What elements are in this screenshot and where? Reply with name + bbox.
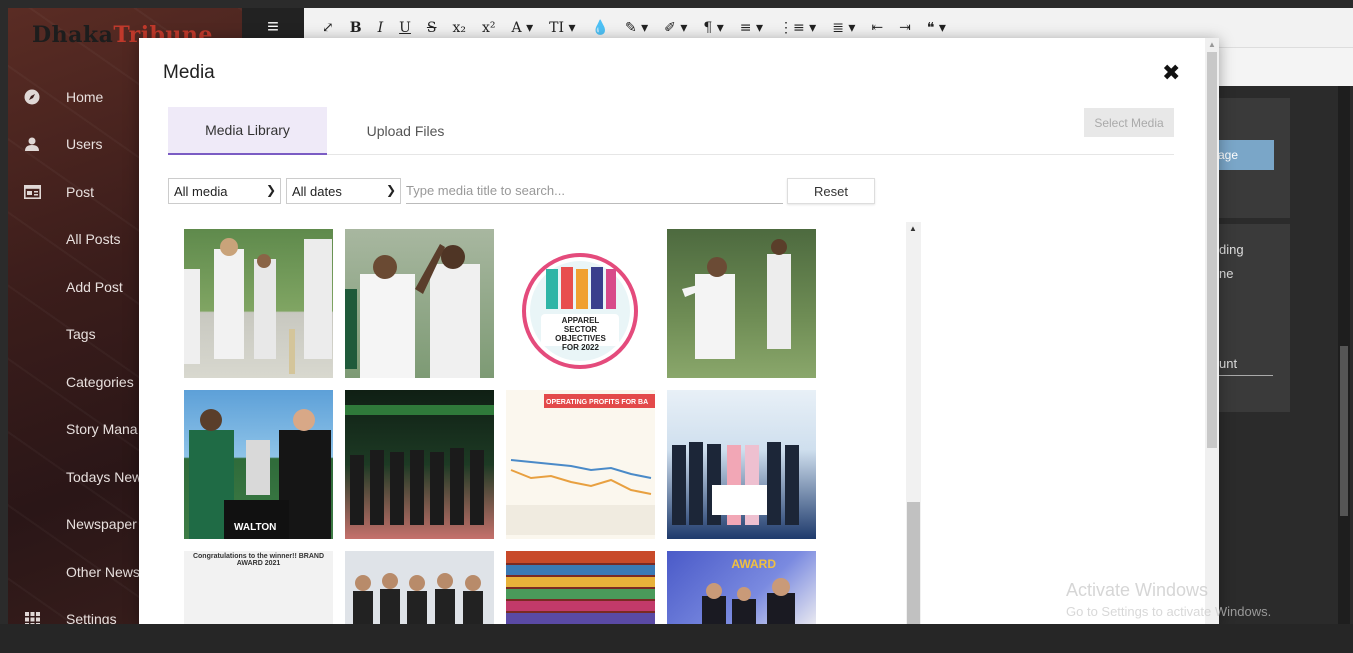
italic-button[interactable]: I bbox=[378, 20, 384, 36]
award-ceremony-image bbox=[702, 578, 795, 624]
quote-button[interactable]: ❝ ▾ bbox=[927, 20, 946, 36]
toolbar-buttons: ⤢ B I U S x₂ x² A ▾ TI ▾ 💧 ✎ ▾ ✐ ▾ ¶ ▾ ≡… bbox=[304, 20, 946, 36]
paragraph-button[interactable]: ¶ ▾ bbox=[703, 20, 723, 36]
close-icon[interactable]: ✖ bbox=[1162, 60, 1180, 86]
background-label: ne bbox=[1219, 266, 1233, 281]
background-image-button[interactable]: age bbox=[1214, 140, 1274, 170]
ordered-list-button[interactable]: ⋮≡ ▾ bbox=[779, 20, 816, 36]
align-button[interactable]: ≡ ▾ bbox=[740, 20, 763, 36]
sidebar-item-label: Todays New bbox=[66, 468, 143, 485]
media-type-select[interactable]: All media ❯ bbox=[168, 178, 281, 204]
logo-text-dhaka: Dhaka bbox=[32, 22, 114, 48]
stage-event-image bbox=[672, 442, 799, 525]
media-thumbnail[interactable] bbox=[184, 229, 333, 378]
modal-scrollbar[interactable]: ▲ bbox=[1205, 38, 1219, 624]
media-thumbnail[interactable]: APPAREL SECTOR OBJECTIVES FOR 2022 bbox=[506, 229, 655, 378]
media-thumbnail[interactable]: WALTON bbox=[184, 390, 333, 539]
modal-scrollbar-thumb[interactable] bbox=[1207, 52, 1217, 448]
reset-button[interactable]: Reset bbox=[787, 178, 875, 204]
media-thumbnail[interactable] bbox=[667, 390, 816, 539]
infographic-title: APPAREL SECTOR OBJECTIVES FOR 2022 bbox=[555, 316, 606, 352]
subscript-button[interactable]: x₂ bbox=[453, 20, 467, 36]
group-photo-image bbox=[353, 573, 483, 624]
modal-title: Media bbox=[163, 62, 215, 83]
tab-upload-files[interactable]: Upload Files bbox=[327, 107, 484, 155]
trophy-captains-image bbox=[189, 409, 331, 539]
sidebar-item-label: Home bbox=[66, 88, 104, 105]
sidebar-item-label: Story Mana bbox=[66, 421, 138, 438]
background-label: unt bbox=[1219, 356, 1273, 376]
operating-profits-chart-image bbox=[506, 459, 655, 535]
sidebar-item-label: Categories bbox=[66, 373, 134, 390]
compass-icon bbox=[8, 89, 56, 105]
activate-windows-title: Activate Windows bbox=[1066, 580, 1209, 600]
chevron-down-icon: ❯ bbox=[385, 183, 396, 197]
background-text: unt bbox=[1219, 356, 1238, 371]
background-button-label: age bbox=[1218, 148, 1239, 162]
grid-scrollbar-thumb[interactable] bbox=[907, 502, 920, 624]
media-modal: Media ✖ Media Library Upload Files Selec… bbox=[139, 38, 1219, 624]
sidebar-item-label: Users bbox=[66, 136, 103, 153]
highlight-button[interactable]: ✎ ▾ bbox=[625, 20, 648, 36]
fullscreen-button[interactable]: ⤢ bbox=[322, 20, 334, 36]
bottom-bar bbox=[0, 624, 1353, 653]
bold-button[interactable]: B bbox=[350, 20, 362, 36]
text-color-icon[interactable]: 💧 bbox=[592, 20, 609, 36]
page-scrollbar-thumb[interactable] bbox=[1340, 346, 1348, 516]
hamburger-icon: ≡ bbox=[267, 16, 279, 38]
sidebar-item-label: Other News bbox=[66, 563, 140, 580]
walton-logo-text: WALTON bbox=[234, 522, 277, 533]
dates-select[interactable]: All dates ❯ bbox=[286, 178, 401, 204]
event-ceremony-image bbox=[345, 405, 494, 525]
cricket-celebration-image bbox=[345, 244, 480, 378]
sidebar-item-label: All Posts bbox=[66, 231, 121, 248]
font-size-button[interactable]: A ▾ bbox=[512, 20, 534, 36]
scroll-up-icon[interactable]: ▲ bbox=[909, 224, 917, 233]
cricket-fielders-image bbox=[682, 239, 791, 359]
format-button[interactable]: ✐ ▾ bbox=[664, 20, 687, 36]
media-thumbnail[interactable] bbox=[506, 551, 655, 624]
media-thumbnail[interactable] bbox=[345, 229, 494, 378]
cricket-players-image bbox=[184, 238, 332, 374]
user-icon bbox=[8, 136, 56, 152]
outdent-button[interactable]: ⇤ bbox=[871, 20, 883, 36]
underline-button[interactable]: U bbox=[399, 20, 411, 36]
media-thumbnail[interactable] bbox=[667, 229, 816, 378]
background-text: ding bbox=[1219, 242, 1244, 257]
background-label: ding bbox=[1219, 242, 1244, 257]
sidebar-item-label: Newspaper bbox=[66, 516, 137, 533]
scroll-up-icon[interactable]: ▲ bbox=[1208, 40, 1216, 49]
chevron-down-icon: ❯ bbox=[265, 183, 276, 197]
sidebar-item-label: Tags bbox=[66, 326, 96, 343]
media-thumbnail[interactable] bbox=[345, 551, 494, 624]
sidebar-item-label: Add Post bbox=[66, 278, 123, 295]
background-text: ne bbox=[1219, 266, 1234, 281]
media-thumbnail[interactable]: AWARD bbox=[667, 551, 816, 624]
media-thumbnail[interactable]: Congratulations to the winner!! BRAND AW… bbox=[184, 551, 333, 624]
brand-award-text: Congratulations to the winner!! BRAND AW… bbox=[192, 553, 325, 567]
media-thumbnail[interactable] bbox=[345, 390, 494, 539]
media-type-value: All media bbox=[174, 183, 228, 199]
tab-media-library[interactable]: Media Library bbox=[168, 107, 327, 155]
post-icon bbox=[8, 184, 56, 199]
media-thumbnail[interactable]: OPERATING PROFITS FOR BA bbox=[506, 390, 655, 539]
activate-windows-subtitle: Go to Settings to activate Windows. bbox=[1066, 604, 1272, 619]
indent-button[interactable]: ⇥ bbox=[899, 20, 911, 36]
background-header-strip bbox=[1219, 48, 1353, 86]
dates-value: All dates bbox=[292, 183, 342, 199]
line-height-button[interactable]: TI ▾ bbox=[549, 20, 575, 36]
sidebar-item-label: Post bbox=[66, 183, 95, 200]
grid-scrollbar[interactable]: ▲ bbox=[906, 222, 921, 624]
superscript-button[interactable]: x² bbox=[482, 20, 496, 36]
media-tabs: Media Library Upload Files bbox=[168, 107, 1174, 155]
select-media-button[interactable]: Select Media bbox=[1084, 108, 1174, 137]
strikethrough-button[interactable]: S bbox=[427, 20, 437, 36]
unordered-list-button[interactable]: ≣ ▾ bbox=[832, 20, 855, 36]
fabric-rolls-image bbox=[506, 551, 655, 624]
media-search-input[interactable]: Type media title to search... bbox=[406, 178, 783, 204]
page-scrollbar[interactable] bbox=[1338, 86, 1350, 626]
